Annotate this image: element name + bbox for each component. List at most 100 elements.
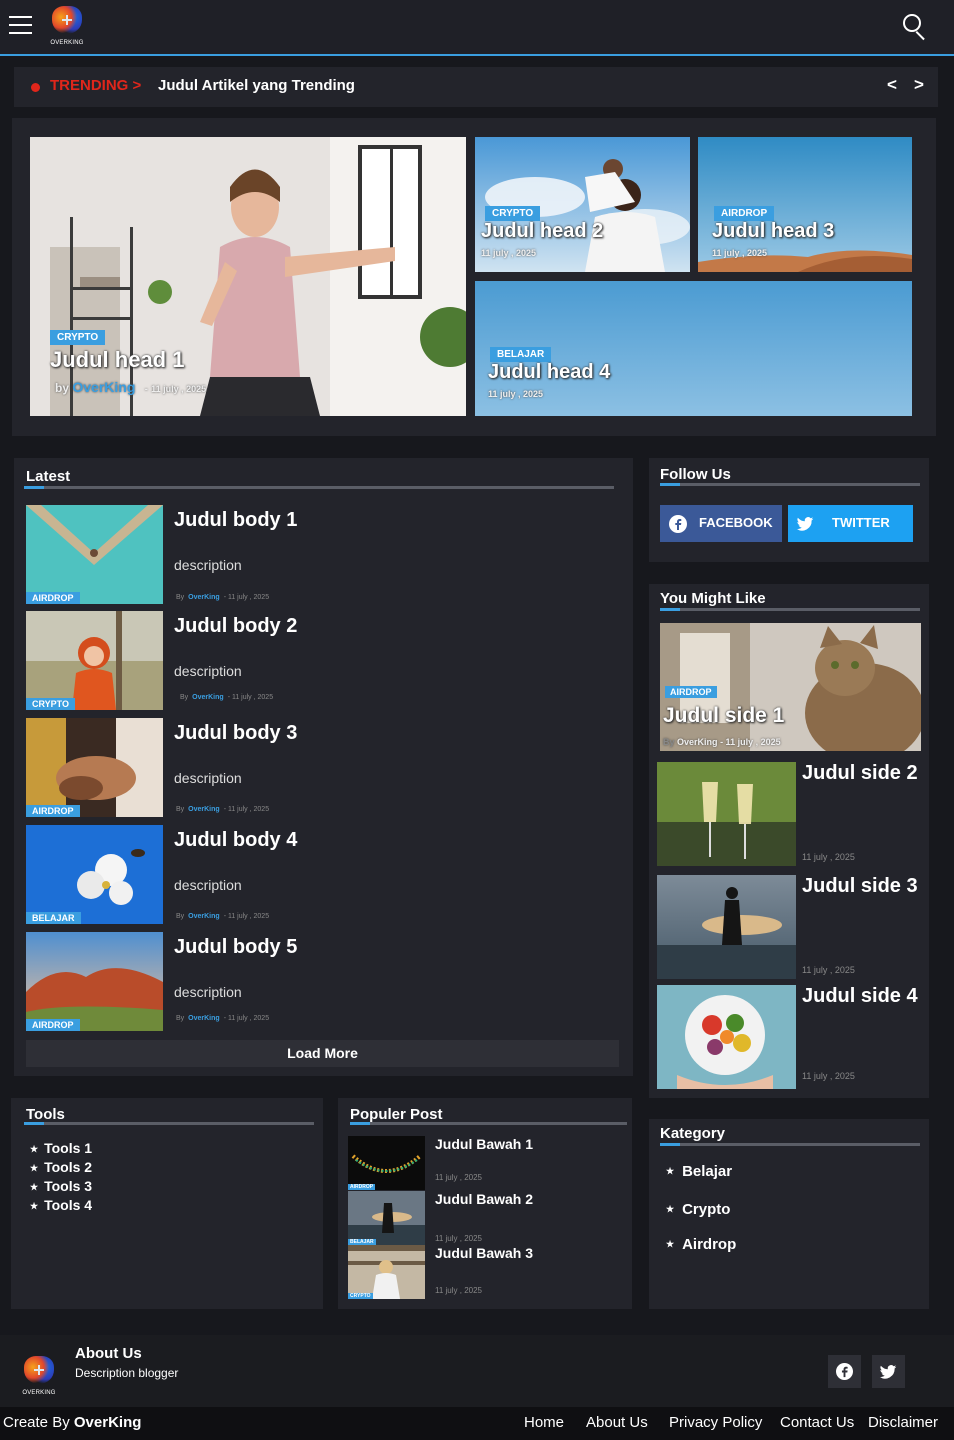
headline-3-tag[interactable]: AIRDROP	[714, 206, 775, 221]
latest-item-4-desc: description	[174, 877, 242, 893]
footer-link-home[interactable]: Home	[524, 1414, 564, 1431]
footer-twitter-button[interactable]	[872, 1355, 905, 1388]
latest-item-5-tag[interactable]: AIRDROP	[26, 1019, 80, 1031]
twitter-icon	[796, 517, 814, 531]
might-like-featured-title[interactable]: Judul side 1	[663, 704, 784, 728]
footer-link-privacy-policy[interactable]: Privacy Policy	[669, 1414, 762, 1431]
latest-item-4[interactable]: BELAJAR Judul body 4 description By OverK…	[26, 825, 626, 925]
tools-item-3[interactable]: Tools 3	[30, 1178, 92, 1194]
headline-2-date: 11 july , 2025	[481, 248, 537, 258]
headline-1-title[interactable]: Judul head 1	[50, 347, 184, 373]
kategory-item-crypto[interactable]: Crypto	[666, 1201, 730, 1218]
might-like-item-3[interactable]: Judul side 3 11 july , 2025	[657, 875, 922, 979]
headline-2-tag[interactable]: CRYPTO	[485, 206, 541, 221]
tools-item-2[interactable]: Tools 2	[30, 1159, 92, 1175]
headline-1-tag[interactable]: CRYPTO	[50, 330, 106, 345]
footer-link-contact-us[interactable]: Contact Us	[780, 1414, 854, 1431]
latest-item-3-date: - 11 july , 2025	[223, 806, 270, 813]
latest-item-3-desc: description	[174, 770, 242, 786]
latest-item-1-title[interactable]: Judul body 1	[174, 509, 297, 532]
populer-item-3[interactable]: CRYPTO Judul Bawah 3 11 july , 2025	[348, 1245, 618, 1299]
headline-3-date: 11 july , 2025	[712, 248, 768, 258]
latest-item-1[interactable]: AIRDROP Judul body 1 description By OverK…	[26, 505, 626, 605]
populer-item-1-tag[interactable]: AIRDROP	[348, 1184, 376, 1190]
headline-1-by: by	[55, 381, 70, 395]
latest-item-4-author[interactable]: OverKing	[188, 913, 220, 920]
populer-item-3-title[interactable]: Judul Bawah 3	[435, 1245, 533, 1261]
headline-1-author[interactable]: OverKing	[72, 379, 135, 395]
kategory-item-airdrop[interactable]: Airdrop	[666, 1236, 736, 1253]
latest-item-1-image	[26, 505, 163, 604]
latest-item-3-tag[interactable]: AIRDROP	[26, 805, 80, 817]
populer-item-3-tag[interactable]: CRYPTO	[348, 1293, 373, 1299]
might-like-item-3-image	[657, 875, 796, 979]
populer-item-2-title[interactable]: Judul Bawah 2	[435, 1191, 533, 1207]
footer-link-about-us[interactable]: About Us	[586, 1414, 648, 1431]
headline-card-1[interactable]: CRYPTO Judul head 1 by OverKing - 11 jul…	[30, 137, 466, 416]
populer-item-3-date: 11 july , 2025	[435, 1286, 482, 1295]
headline-card-3[interactable]: AIRDROP Judul head 3 11 july , 2025	[698, 137, 912, 272]
latest-item-1-desc: description	[174, 557, 242, 573]
latest-item-2-author[interactable]: OverKing	[192, 694, 224, 701]
latest-item-1-author[interactable]: OverKing	[188, 594, 220, 601]
latest-item-5-author[interactable]: OverKing	[188, 1015, 220, 1022]
latest-item-2[interactable]: CRYPTO Judul body 2 description By OverKi…	[26, 611, 626, 711]
latest-item-5-title[interactable]: Judul body 5	[174, 936, 297, 959]
populer-item-1[interactable]: AIRDROP Judul Bawah 1 11 july , 2025	[348, 1136, 618, 1190]
might-like-item-2-title[interactable]: Judul side 2	[802, 762, 918, 785]
kategory-item-belajar[interactable]: Belajar	[666, 1163, 732, 1180]
might-like-featured[interactable]: AIRDROP Judul side 1 By OverKing - 11 ju…	[660, 623, 921, 751]
might-like-featured-author[interactable]: OverKing	[677, 737, 718, 747]
populer-item-1-title[interactable]: Judul Bawah 1	[435, 1136, 533, 1152]
might-like-item-4-title[interactable]: Judul side 4	[802, 985, 918, 1008]
hamburger-menu-icon[interactable]	[9, 16, 32, 34]
might-like-item-2[interactable]: Judul side 2 11 july , 2025	[657, 762, 922, 866]
tools-divider	[24, 1122, 314, 1125]
tools-item-1[interactable]: Tools 1	[30, 1140, 92, 1156]
headline-4-date: 11 july , 2025	[488, 389, 544, 399]
kategory-title: Kategory	[660, 1125, 726, 1142]
might-like-featured-tag[interactable]: AIRDROP	[665, 686, 717, 698]
latest-item-3[interactable]: AIRDROP Judul body 3 description By OverK…	[26, 718, 626, 818]
trending-dot-icon	[31, 83, 40, 92]
tools-title: Tools	[26, 1106, 65, 1123]
latest-item-4-tag[interactable]: BELAJAR	[26, 912, 81, 924]
footer-facebook-button[interactable]	[828, 1355, 861, 1388]
might-like-featured-by: By	[663, 737, 675, 747]
search-icon[interactable]	[903, 14, 929, 38]
latest-item-2-title[interactable]: Judul body 2	[174, 615, 297, 638]
site-logo[interactable]: OVERKING	[46, 2, 88, 46]
trending-article-link[interactable]: Judul Artikel yang Trending	[158, 77, 355, 94]
might-like-item-4[interactable]: Judul side 4 11 july , 2025	[657, 985, 922, 1089]
headline-2-title[interactable]: Judul head 2	[481, 220, 603, 243]
latest-item-2-tag[interactable]: CRYPTO	[26, 698, 76, 710]
create-by-brand[interactable]: OverKing	[74, 1414, 142, 1431]
latest-item-4-title[interactable]: Judul body 4	[174, 829, 297, 852]
latest-item-5-date: - 11 july , 2025	[223, 1015, 270, 1022]
latest-item-5[interactable]: AIRDROP Judul body 5 description By OverK…	[26, 932, 626, 1032]
headline-4-tag[interactable]: BELAJAR	[490, 347, 552, 362]
populer-divider	[350, 1122, 627, 1125]
headline-3-title[interactable]: Judul head 3	[712, 220, 834, 243]
footer-logo[interactable]: OVERKING	[18, 1352, 60, 1396]
facebook-button[interactable]: FACEBOOK	[660, 505, 782, 542]
latest-item-3-author[interactable]: OverKing	[188, 806, 220, 813]
load-more-button[interactable]: Load More	[26, 1040, 619, 1067]
latest-item-1-tag[interactable]: AIRDROP	[26, 592, 80, 604]
might-like-item-3-title[interactable]: Judul side 3	[802, 875, 918, 898]
headline-card-2[interactable]: CRYPTO Judul head 2 11 july , 2025	[475, 137, 690, 272]
tools-item-4[interactable]: Tools 4	[30, 1197, 92, 1213]
facebook-label: FACEBOOK	[699, 515, 773, 530]
twitter-button[interactable]: TWITTER	[788, 505, 913, 542]
latest-item-3-image	[26, 718, 163, 817]
latest-item-3-title[interactable]: Judul body 3	[174, 722, 297, 745]
populer-item-1-image	[348, 1136, 425, 1190]
footer-link-disclaimer[interactable]: Disclaimer	[868, 1414, 938, 1431]
footer-about-desc: Description blogger	[75, 1366, 179, 1380]
headline-4-title[interactable]: Judul head 4	[488, 361, 610, 384]
populer-item-2[interactable]: BELAJAR Judul Bawah 2 11 july , 2025	[348, 1191, 618, 1245]
trending-prev-button[interactable]: <	[887, 75, 897, 95]
headline-card-4[interactable]: BELAJAR Judul head 4 11 july , 2025	[475, 281, 912, 416]
trending-next-button[interactable]: >	[914, 75, 924, 95]
might-like-item-3-date: 11 july , 2025	[802, 965, 855, 975]
